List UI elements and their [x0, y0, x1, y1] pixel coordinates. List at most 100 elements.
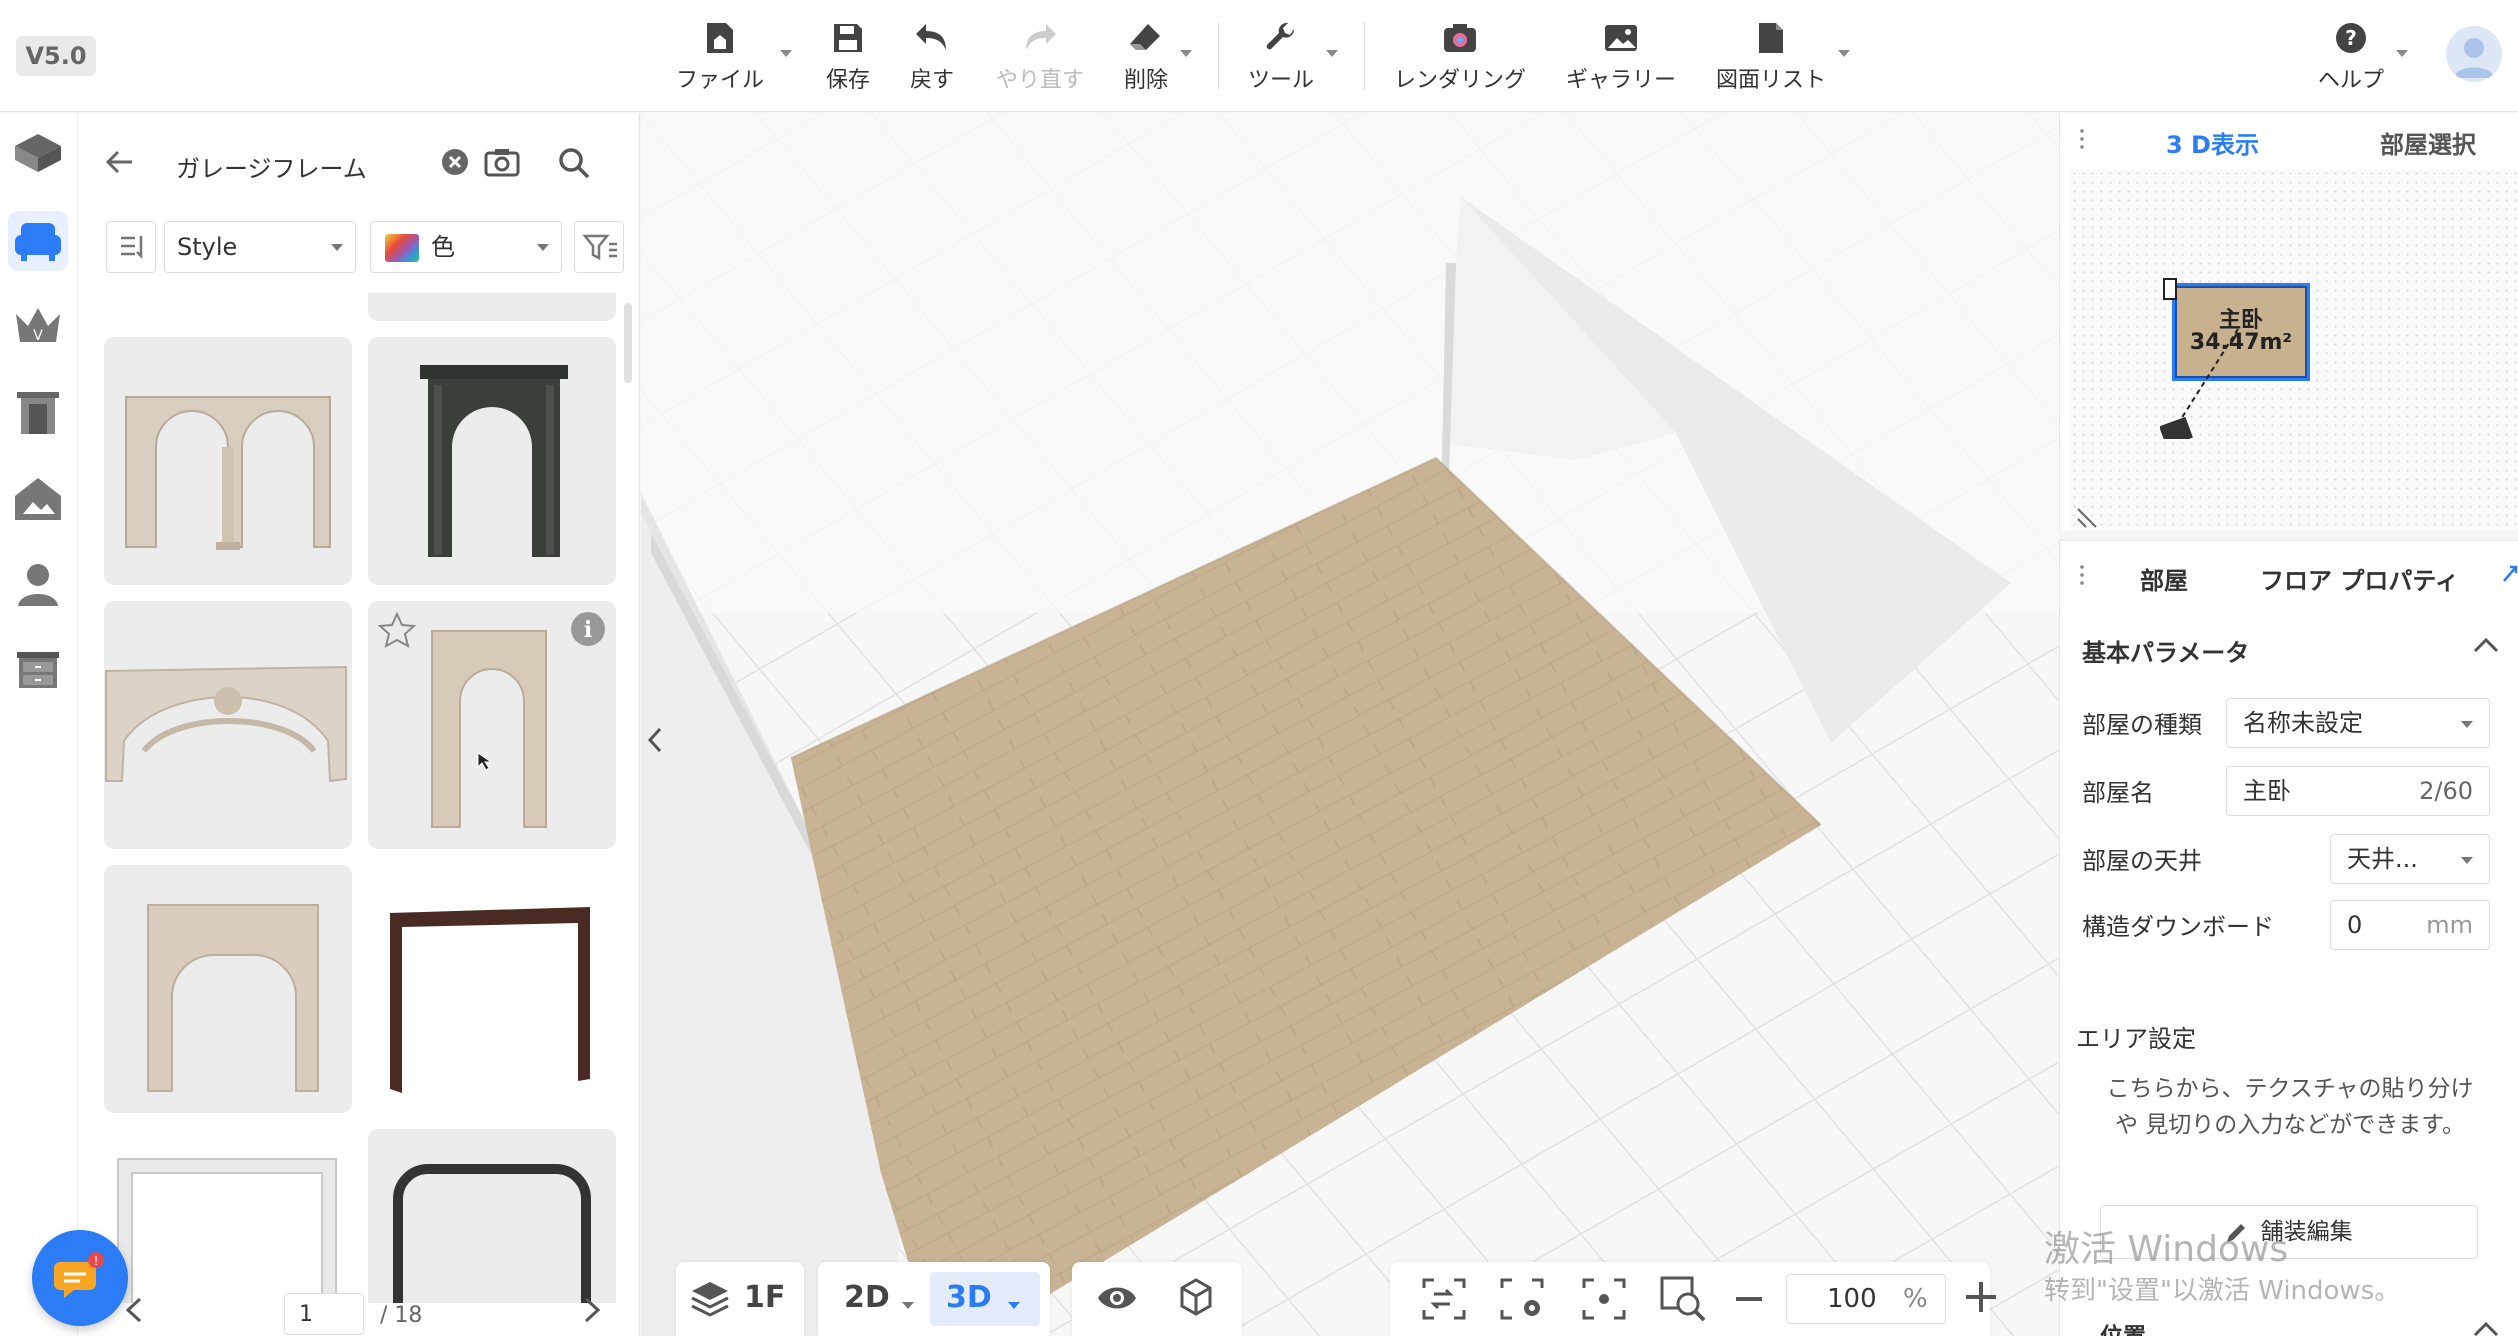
3d-viewport[interactable] — [641, 113, 2059, 1336]
room-type-value: 名称未設定 — [2243, 709, 2363, 737]
tab-floor-properties[interactable]: フロア プロパティ — [2260, 561, 2459, 596]
home-file-icon — [700, 18, 740, 58]
gallery-label: ギャラリー — [1566, 68, 1677, 93]
tab-3d-view[interactable]: 3 D表示 — [2166, 125, 2259, 160]
view-settings-button[interactable] — [1500, 1278, 1544, 1324]
next-page-icon[interactable] — [580, 1295, 604, 1331]
mode-3d-button[interactable]: 3D — [930, 1272, 1040, 1326]
back-arrow-icon[interactable] — [104, 147, 134, 181]
drag-handle-icon[interactable] — [2078, 127, 2086, 151]
drag-handle-icon[interactable] — [2078, 563, 2086, 587]
toolbar-divider — [1218, 22, 1219, 90]
style-filter-select[interactable]: Style — [164, 221, 356, 273]
tools-button[interactable]: ツール — [1248, 18, 1314, 98]
cabinet-tool[interactable] — [8, 641, 68, 701]
furniture-tool[interactable] — [8, 211, 68, 271]
undo-button[interactable]: 戻す — [910, 18, 954, 98]
product-tile-dark-wood[interactable] — [368, 865, 616, 1113]
minimap-canvas[interactable]: 主卧 34.47m² — [2070, 169, 2518, 530]
collapse-catalog-button[interactable] — [640, 700, 670, 780]
page-total: / 18 — [380, 1303, 423, 1328]
page-number-input[interactable]: 1 — [284, 1293, 364, 1335]
save-button[interactable]: 保存 — [826, 18, 870, 98]
product-tile[interactable] — [368, 293, 616, 321]
chevron-left-icon — [647, 727, 662, 753]
door-tool[interactable] — [8, 383, 68, 443]
building-tool[interactable] — [8, 469, 68, 529]
focus-icon — [1582, 1278, 1626, 1320]
zoom-input[interactable]: 100 % — [1786, 1274, 1946, 1324]
help-dropdown-caret[interactable] — [2396, 50, 2408, 57]
minus-icon — [1736, 1297, 1762, 1301]
layers-icon — [691, 1282, 729, 1317]
file-button[interactable]: ファイル — [676, 18, 764, 98]
floor-label: 1F — [744, 1280, 786, 1315]
cube-view-toggle[interactable] — [1174, 1276, 1216, 1322]
product-grid: i — [104, 293, 634, 1303]
catalog-search-input[interactable]: ガレージフレーム — [176, 149, 367, 184]
document-icon — [1751, 18, 1791, 58]
user-avatar[interactable] — [2446, 26, 2502, 82]
file-dropdown-caret[interactable] — [780, 50, 792, 57]
ceiling-select[interactable]: 天井... — [2330, 834, 2490, 884]
search-icon[interactable] — [558, 147, 590, 183]
ceiling-value: 天井... — [2347, 845, 2418, 873]
chat-support-button[interactable]: ! — [32, 1230, 128, 1326]
downboard-input[interactable]: 0 mm — [2330, 900, 2490, 950]
tab-room[interactable]: 部屋 — [2140, 561, 2188, 596]
room-name-label: 部屋名 — [2082, 779, 2154, 807]
color-filter-select[interactable]: 色 — [370, 221, 562, 273]
zoom-out-button[interactable] — [1734, 1284, 1764, 1318]
image-search-camera-icon[interactable] — [484, 147, 520, 181]
downboard-value: 0 — [2347, 911, 2363, 939]
gallery-icon — [1601, 18, 1641, 58]
help-icon: ? — [2331, 18, 2371, 58]
tools-dropdown-caret[interactable] — [1326, 50, 1338, 57]
advanced-filter-button[interactable] — [574, 221, 624, 273]
help-button[interactable]: ? ヘルプ — [2318, 18, 2384, 98]
drawing-list-button[interactable]: 図面リスト — [1716, 18, 1826, 98]
prev-page-icon[interactable] — [122, 1295, 146, 1331]
focus-button[interactable] — [1582, 1278, 1626, 1324]
premium-tool[interactable]: V — [8, 297, 68, 357]
room-name-input[interactable]: 主卧 2/60 — [2226, 766, 2490, 816]
zoom-value: 100 — [1827, 1284, 1877, 1314]
room-type-select[interactable]: 名称未設定 — [2226, 698, 2490, 748]
drawing-list-dropdown-caret[interactable] — [1838, 50, 1850, 57]
product-tile-square-arch[interactable] — [104, 865, 352, 1113]
catalog-scrollbar[interactable] — [624, 303, 632, 383]
color-swatch-icon — [385, 234, 419, 262]
redo-button[interactable]: やり直す — [996, 18, 1084, 98]
delete-dropdown-caret[interactable] — [1180, 50, 1192, 57]
zoom-region-icon — [1660, 1276, 1706, 1322]
room-name-counter: 2/60 — [2419, 777, 2473, 805]
svg-text:?: ? — [2345, 26, 2357, 50]
person-tool[interactable] — [8, 555, 68, 615]
favorite-star-icon[interactable] — [377, 611, 417, 653]
catalog-search-bar: ガレージフレーム — [78, 113, 640, 213]
mode-2d-label: 2D — [844, 1280, 890, 1315]
product-tile-black-rounded[interactable] — [368, 1129, 616, 1303]
zoom-in-button[interactable] — [1964, 1280, 1998, 1318]
visibility-toggle[interactable] — [1096, 1278, 1138, 1322]
info-icon[interactable]: i — [570, 611, 606, 651]
rendering-button[interactable]: レンダリング — [1394, 18, 1526, 98]
clear-search-icon[interactable] — [440, 147, 470, 181]
floor-selector[interactable]: 1F — [676, 1262, 804, 1336]
sort-button[interactable] — [106, 221, 156, 273]
product-tile-simple-arch[interactable]: i — [368, 601, 616, 849]
plus-icon — [1966, 1282, 1996, 1312]
mode-2d-button[interactable]: 2D — [830, 1272, 922, 1326]
fit-view-button[interactable] — [1422, 1278, 1466, 1324]
product-tile-double-arch[interactable] — [104, 337, 352, 585]
delete-button[interactable]: 削除 — [1124, 18, 1168, 98]
product-tile-carved-arch[interactable] — [104, 601, 352, 849]
product-tile-white-frame[interactable] — [104, 1129, 352, 1303]
floorplan-tool[interactable] — [8, 125, 68, 185]
product-tile-dark-arch[interactable] — [368, 337, 616, 585]
minimap-tabs: 3 D表示 部屋選択 — [2060, 113, 2518, 169]
tab-room-select[interactable]: 部屋選択 — [2380, 125, 2476, 160]
gallery-button[interactable]: ギャラリー — [1566, 18, 1676, 98]
zoom-region-button[interactable] — [1660, 1276, 1706, 1326]
undo-label: 戻す — [910, 68, 955, 93]
